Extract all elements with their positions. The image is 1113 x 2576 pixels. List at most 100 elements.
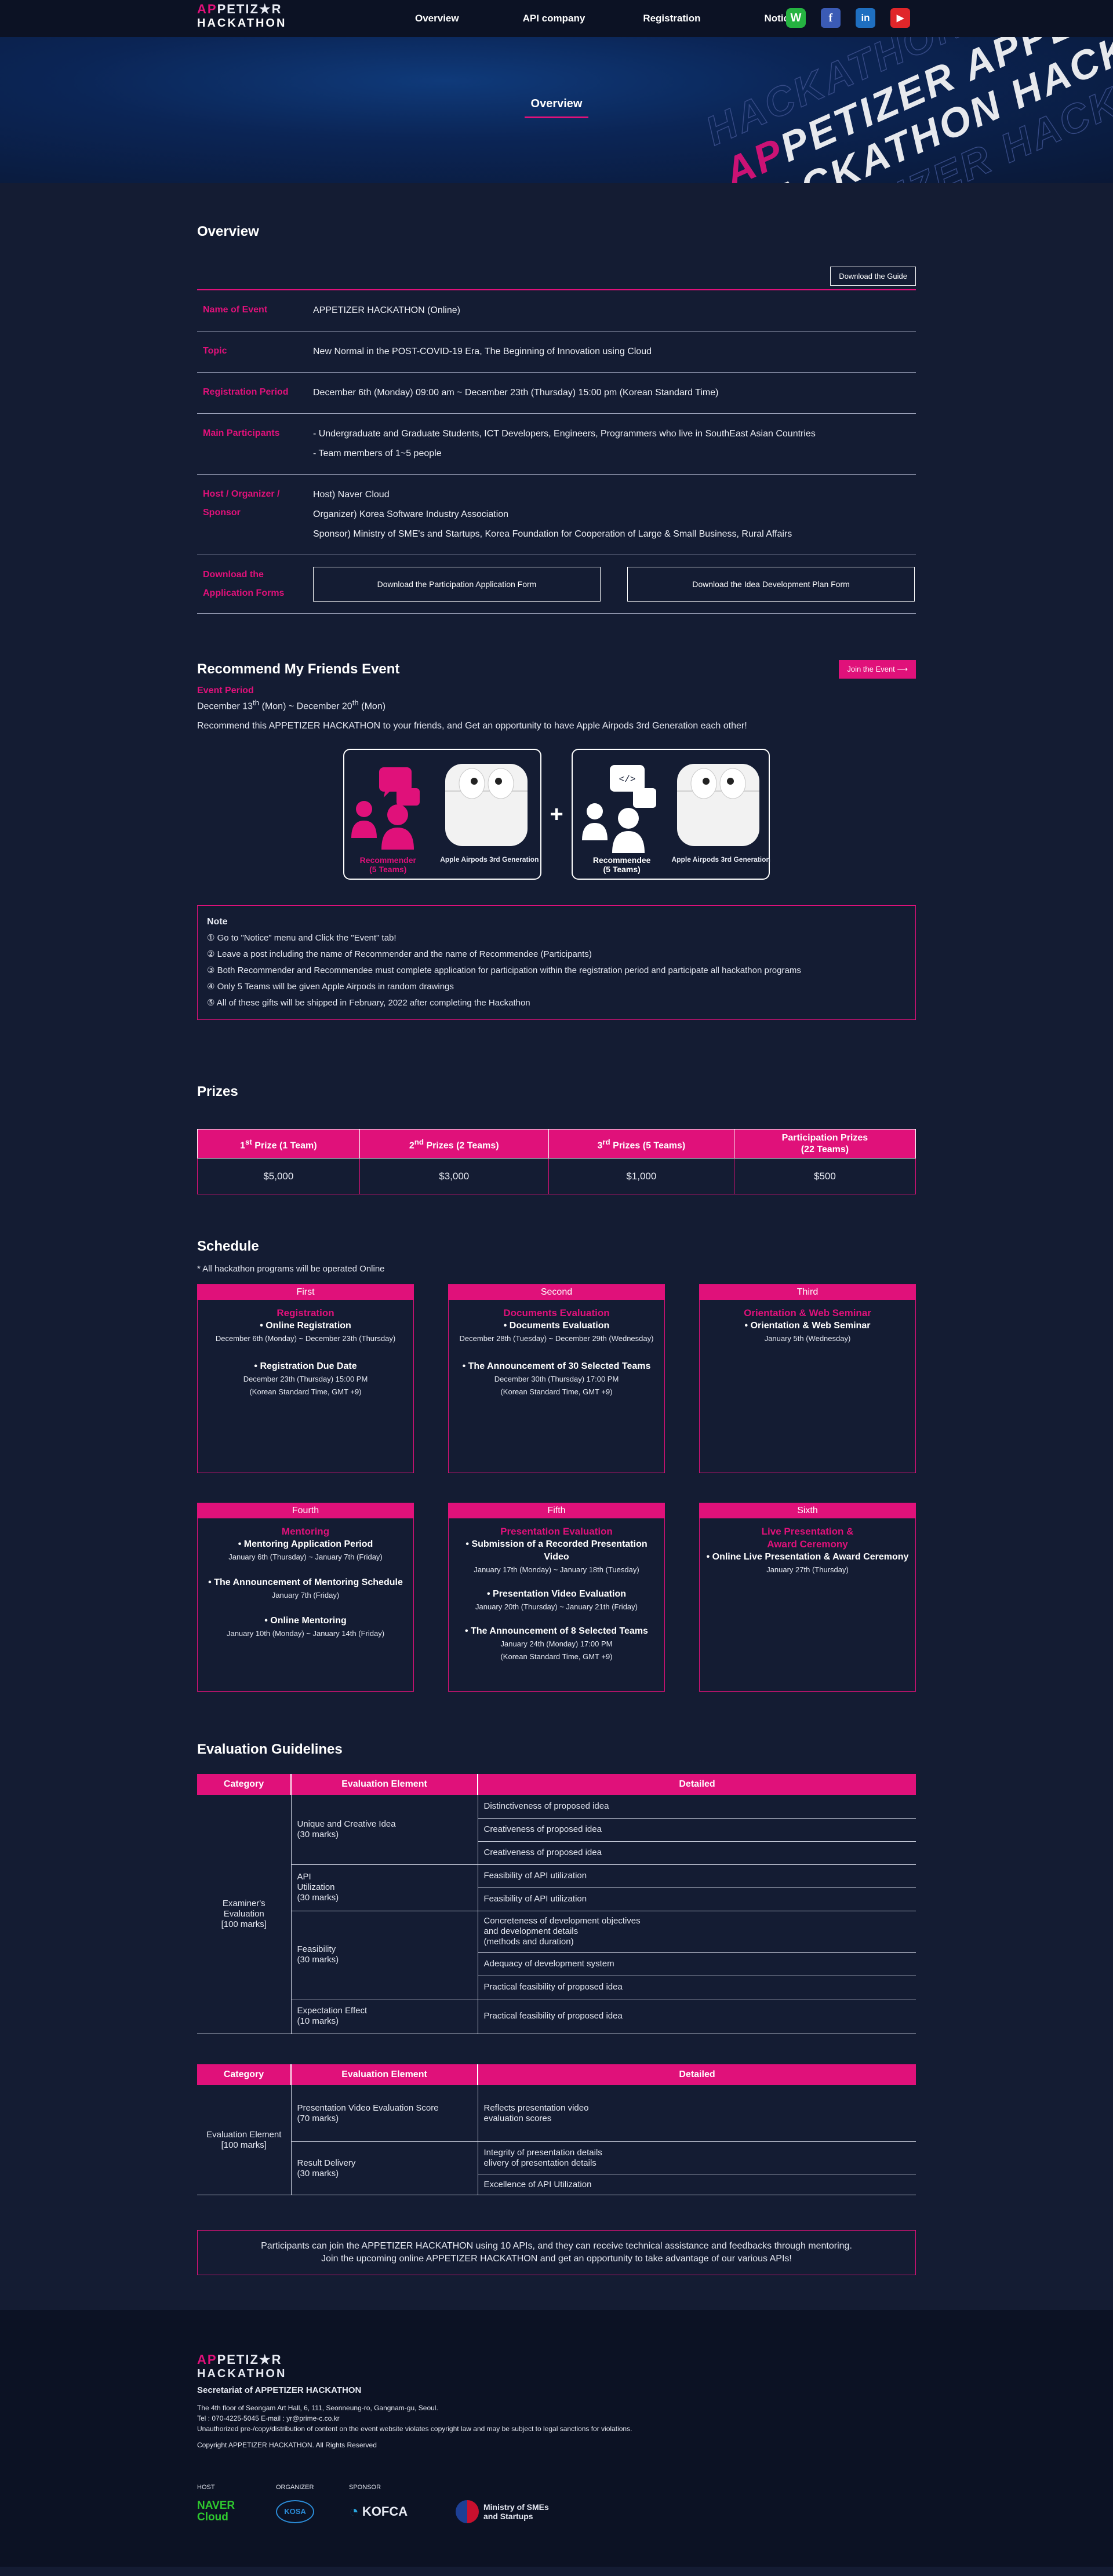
prize-value: $5,000 — [197, 1158, 360, 1195]
logo-petizer: PETIZ★R — [217, 2, 282, 16]
nav-overview[interactable]: Overview — [415, 13, 459, 24]
schedule-item: • Orientation & Web Seminar — [744, 1321, 871, 1331]
overview-section: Overview Download the Guide Name of Even… — [197, 183, 916, 614]
schedule-step-title: Award Ceremony — [767, 1539, 848, 1550]
logo-ap: AP — [197, 2, 217, 16]
schedule-date: January 20th (Thursday) ~ January 21th (… — [475, 1602, 638, 1612]
schedule-item: • Online Live Presentation & Award Cerem… — [706, 1552, 909, 1562]
row-value: Organizer) Korea Software Industry Assoc… — [313, 509, 509, 519]
info-line: Participants can join the APPETIZER HACK… — [261, 2241, 852, 2251]
detail-cell: Practical feasibility of proposed idea — [478, 1976, 916, 1999]
note-item: ④ Only 5 Teams will be given Apple Airpo… — [207, 982, 454, 992]
overview-row: Host / Organizer / Sponsor Host) Naver C… — [197, 475, 916, 555]
detail-cell: Concreteness of development objectives an… — [478, 1911, 916, 1953]
schedule-step-title: Orientation & Web Seminar — [744, 1307, 871, 1319]
kofca-logo: ◔ KOFCA — [349, 2502, 408, 2521]
airpods-image — [676, 764, 759, 847]
facebook-icon[interactable]: f — [821, 8, 841, 28]
download-guide-button[interactable]: Download the Guide — [830, 267, 916, 286]
element-cell: Expectation Effect (10 marks) — [291, 1999, 478, 2034]
schedule-section: Schedule * All hackathon programs will b… — [197, 1194, 916, 1722]
schedule-item: • Mentoring Application Period — [238, 1539, 373, 1550]
schedule-item: • Registration Due Date — [254, 1361, 357, 1372]
row-value: New Normal in the POST-COVID-19 Era, The… — [313, 347, 652, 356]
schedule-step-label: Second — [449, 1285, 664, 1300]
schedule-date: December 6th (Monday) ~ December 23th (T… — [215, 1334, 396, 1343]
download-application-form-button[interactable]: Download the Participation Application F… — [313, 567, 601, 602]
evaluation-heading: Evaluation Guidelines — [197, 1741, 343, 1758]
youtube-icon[interactable]: ▶ — [890, 8, 910, 28]
schedule-step-title: Presentation Evaluation — [500, 1526, 613, 1537]
schedule-item: • Documents Evaluation — [503, 1321, 610, 1331]
schedule-sixth: Sixth Live Presentation & Award Ceremony… — [699, 1503, 916, 1692]
prizes-section: Prizes 1st Prize (1 Team) 2nd Prizes (2 … — [197, 1020, 916, 1195]
footer: APPETIZ★R HACKATHON Secretariat of APPET… — [0, 2310, 1113, 2567]
row-key: Main Participants — [203, 428, 280, 438]
naver-cloud-logo: NAVER Cloud — [197, 2500, 235, 2524]
hero-title: Overview — [0, 97, 1113, 118]
info-line: Join the upcoming online APPETIZER HACKA… — [321, 2254, 792, 2264]
detail-cell: Distinctiveness of proposed idea — [478, 1795, 916, 1819]
schedule-fourth: Fourth Mentoring • Mentoring Application… — [197, 1503, 414, 1692]
recommend-description: Recommend this APPETIZER HACKATHON to yo… — [197, 721, 747, 731]
schedule-step-label: Third — [700, 1285, 915, 1300]
nav-registration[interactable]: Registration — [643, 13, 700, 24]
airpods-image — [445, 764, 528, 847]
whatsapp-icon[interactable]: W — [786, 8, 806, 28]
detail-cell: Feasibility of API utilization — [478, 1888, 916, 1911]
overview-row: Topic New Normal in the POST-COVID-19 Er… — [197, 331, 916, 373]
site-logo[interactable]: APPETIZ★R HACKATHON — [197, 2, 286, 30]
evaluation-table-1: Category Evaluation Element Detailed Exa… — [197, 1774, 916, 2034]
schedule-date: December 28th (Tuesday) ~ December 29th … — [459, 1334, 654, 1343]
event-period: December 13th (Mon) ~ December 20th (Mon… — [197, 698, 386, 712]
schedule-item: • Presentation Video Evaluation — [486, 1589, 627, 1599]
airpods-label: Apple Airpods 3rd Generation — [440, 855, 539, 864]
organizer-label: ORGANIZER — [276, 2484, 314, 2491]
schedule-item: • Online Mentoring — [264, 1616, 347, 1626]
note-item: ⑤ All of these gifts will be shipped in … — [207, 998, 530, 1008]
footer-contact: Tel : 070-4225-5045 E-mail : yr@prime-c.… — [197, 2414, 340, 2423]
detail-cell: Creativeness of proposed idea — [478, 1841, 916, 1865]
schedule-step-label: Fourth — [198, 1503, 413, 1519]
overview-row: Registration Period December 6th (Monday… — [197, 373, 916, 414]
nav-api-company[interactable]: API company — [523, 13, 585, 24]
airpods-label: Apple Airpods 3rd Generation — [671, 855, 770, 864]
schedule-step-label: Sixth — [700, 1503, 915, 1519]
recommender-label: Recommender — [359, 855, 416, 865]
schedule-item: • The Announcement of Mentoring Schedule — [208, 1577, 403, 1588]
schedule-date: (Korean Standard Time, GMT +9) — [249, 1387, 362, 1397]
footer-logo[interactable]: APPETIZ★R HACKATHON — [197, 2353, 286, 2381]
join-event-label: Join the Event — [847, 665, 895, 673]
prize-header-2: 2nd Prizes (2 Teams) — [359, 1129, 549, 1159]
col-element: Evaluation Element — [290, 2064, 478, 2085]
schedule-date: January 27th (Thursday) — [766, 1565, 849, 1575]
schedule-step-label: Fifth — [449, 1503, 664, 1519]
prize-value: $3,000 — [359, 1158, 549, 1195]
row-value: December 6th (Monday) 09:00 am ~ Decembe… — [313, 388, 719, 398]
category-cell: Examiner's Evaluation [100 marks] — [197, 1795, 292, 2034]
overview-row-forms: Download the Application Forms Download … — [197, 555, 916, 614]
download-plan-form-button[interactable]: Download the Idea Development Plan Form — [627, 567, 915, 602]
detail-cell: Practical feasibility of proposed idea — [478, 1999, 916, 2034]
join-event-button[interactable]: Join the Event ⟶ — [839, 660, 916, 679]
schedule-date: December 30th (Thursday) 17:00 PM — [494, 1375, 619, 1384]
schedule-date: January 17th (Monday) ~ January 18th (Tu… — [474, 1565, 639, 1575]
kofca-icon: ◔ — [349, 2502, 359, 2521]
element-cell: API Utilization (30 marks) — [291, 1864, 478, 1911]
element-cell: Result Delivery (30 marks) — [291, 2141, 478, 2196]
prize-value: $500 — [733, 1158, 916, 1195]
detail-cell: Reflects presentation video evaluation sc… — [478, 2085, 916, 2143]
overview-heading: Overview — [197, 224, 259, 239]
overview-row: Main Participants - Undergraduate and Gr… — [197, 414, 916, 475]
schedule-note: * All hackathon programs will be operate… — [197, 1264, 385, 1274]
linkedin-icon[interactable]: in — [856, 8, 875, 28]
schedule-heading: Schedule — [197, 1238, 259, 1255]
footer-legal: Unauthorized pre-/copy/distribution of c… — [197, 2425, 632, 2433]
recommendee-sub: (5 Teams) — [603, 865, 641, 875]
kosa-logo: KOSA — [276, 2500, 349, 2524]
arrow-right-icon: ⟶ — [897, 665, 908, 673]
recommend-heading: Recommend My Friends Event — [197, 661, 400, 677]
schedule-step-title: Registration — [277, 1307, 334, 1319]
recommendee-people-icon: </> — [581, 765, 656, 854]
note-item: ② Leave a post including the name of Rec… — [207, 949, 592, 960]
